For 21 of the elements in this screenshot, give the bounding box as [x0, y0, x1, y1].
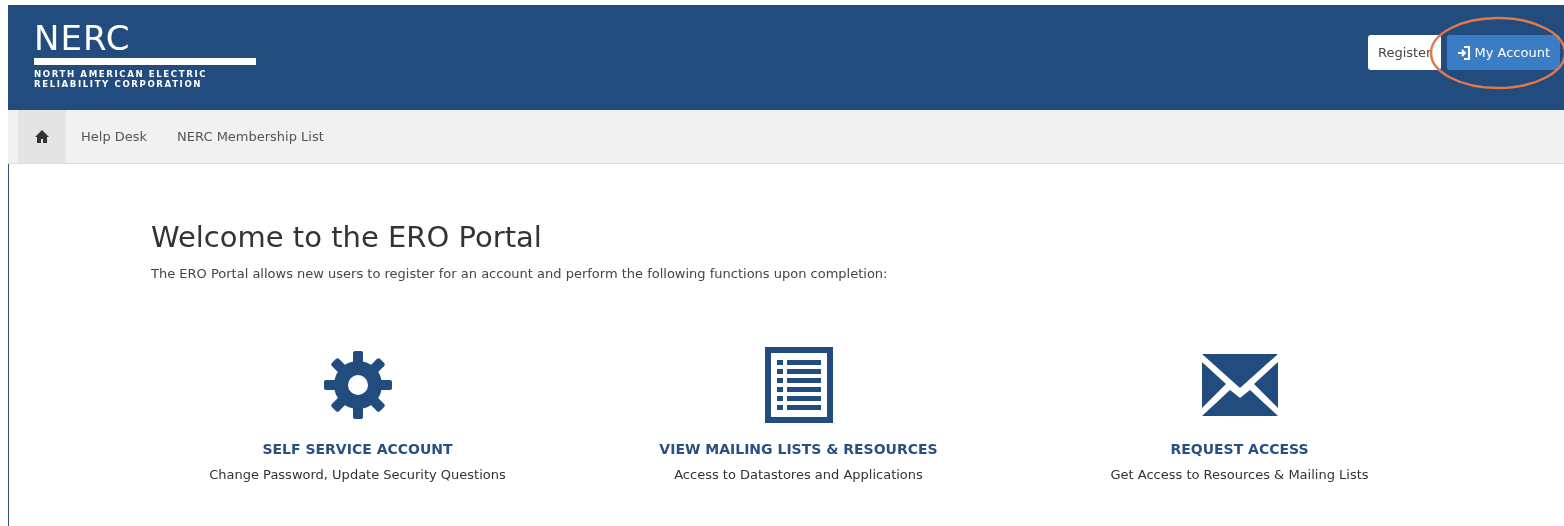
- list-icon: [764, 347, 833, 423]
- home-button[interactable]: [18, 110, 66, 163]
- logo-subtitle: RELIABILITY CORPORATION: [34, 79, 204, 89]
- my-account-button[interactable]: My Account: [1447, 35, 1560, 70]
- feature-link[interactable]: SELF SERVICE ACCOUNT: [262, 441, 453, 457]
- feature-description: Get Access to Resources & Mailing Lists: [1110, 467, 1369, 482]
- logo-subtitle: NORTH AMERICAN ELECTRIC: [34, 69, 209, 79]
- page-title: Welcome to the ERO Portal: [150, 219, 543, 254]
- home-icon: [35, 130, 49, 143]
- feature-link[interactable]: REQUEST ACCESS: [1170, 441, 1309, 457]
- register-button[interactable]: Register: [1367, 35, 1442, 70]
- feature-link[interactable]: VIEW MAILING LISTS & RESOURCES: [659, 441, 938, 457]
- intro-text: The ERO Portal allows new users to register for an account and perform the following functions upon completion:: [151, 266, 889, 281]
- feature-description: Access to Datastores and Applications: [674, 467, 923, 482]
- envelope-icon: [1201, 354, 1278, 416]
- login-icon: [1457, 45, 1472, 60]
- nav-link[interactable]: Help Desk: [66, 110, 163, 163]
- logo-name: NERC: [34, 20, 132, 56]
- feature-description: Change Password, Update Security Questions: [209, 467, 506, 482]
- gear-icon: [321, 349, 394, 421]
- nav-link[interactable]: NERC Membership List: [162, 110, 339, 163]
